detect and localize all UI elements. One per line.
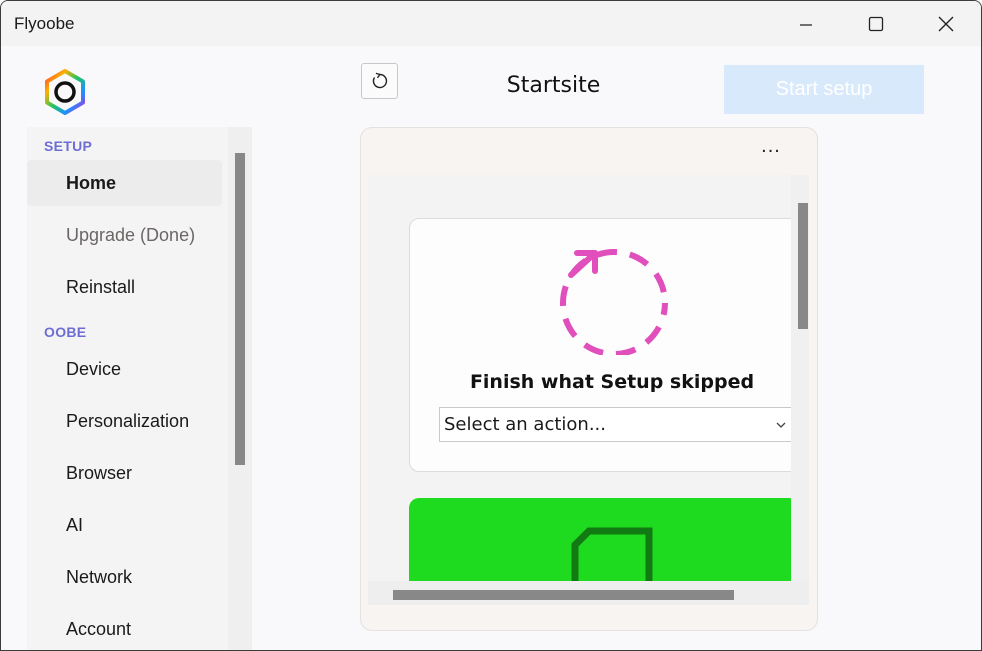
web-view: Finish what Setup skipped Select an acti… xyxy=(368,175,809,605)
startsite-panel: ... Finish what Setup skipped Select an … xyxy=(360,127,818,631)
sidebar-item-reinstall[interactable]: Reinstall xyxy=(27,264,222,310)
more-options-button[interactable]: ... xyxy=(757,136,785,160)
sidebar-item-personalization[interactable]: Personalization xyxy=(27,398,222,444)
sidebar-item-label: Upgrade (Done) xyxy=(66,224,196,245)
flyoobe-logo-icon xyxy=(45,69,85,115)
title-bar[interactable]: Flyoobe xyxy=(1,1,981,46)
sidebar-item-network[interactable]: Network xyxy=(27,554,222,600)
vertical-scrollbar[interactable] xyxy=(791,175,809,581)
sidebar-item-ai[interactable]: AI xyxy=(27,502,222,548)
horizontal-scrollbar[interactable] xyxy=(368,581,809,605)
vertical-scrollbar-thumb[interactable] xyxy=(798,203,808,329)
sidebar-scrollbar[interactable] xyxy=(228,127,252,650)
sidebar: SETUP Home Upgrade (Done) Reinstall OOBE… xyxy=(27,127,252,650)
sidebar-item-browser[interactable]: Browser xyxy=(27,450,222,496)
horizontal-scrollbar-thumb[interactable] xyxy=(393,590,734,600)
refresh-icon xyxy=(372,72,387,89)
folder-outline-icon xyxy=(571,527,653,587)
start-setup-button[interactable]: Start setup xyxy=(724,65,924,114)
sidebar-item-upgrade[interactable]: Upgrade (Done) xyxy=(27,212,222,258)
sidebar-item-label: Account xyxy=(66,618,132,639)
card-title: Finish what Setup skipped xyxy=(469,371,755,393)
minimize-button[interactable] xyxy=(771,1,841,46)
window-title: Flyoobe xyxy=(14,14,75,33)
sidebar-item-label: Device xyxy=(66,358,122,379)
refresh-button[interactable] xyxy=(361,63,398,99)
app-window: Flyoobe SETUP Home Upgrade (Done) Reinst… xyxy=(0,0,982,651)
section-header-oobe: OOBE xyxy=(44,324,87,340)
sidebar-item-account[interactable]: Account xyxy=(27,606,222,650)
action-select-value: Select an action... xyxy=(444,414,606,435)
page-title: Startsite xyxy=(506,73,601,98)
chevron-down-icon xyxy=(776,422,786,428)
close-button[interactable] xyxy=(911,1,981,46)
sidebar-item-label: Reinstall xyxy=(66,276,136,297)
sidebar-item-label: Browser xyxy=(66,462,133,483)
action-select[interactable]: Select an action... xyxy=(439,407,799,442)
sidebar-scrollbar-thumb[interactable] xyxy=(235,153,245,465)
sidebar-item-device[interactable]: Device xyxy=(27,346,222,392)
maximize-button[interactable] xyxy=(841,1,911,46)
sidebar-item-label: AI xyxy=(66,514,84,535)
dashed-circle-arrow-icon xyxy=(560,249,668,355)
maximize-icon xyxy=(868,16,884,31)
close-icon xyxy=(938,16,954,31)
setup-card: Finish what Setup skipped Select an acti… xyxy=(409,218,799,472)
sidebar-item-label: Network xyxy=(66,566,133,587)
minimize-icon xyxy=(800,23,812,26)
content-area: SETUP Home Upgrade (Done) Reinstall OOBE… xyxy=(1,46,981,650)
sidebar-item-label: Personalization xyxy=(66,410,190,431)
sidebar-item-label: Home xyxy=(66,172,117,193)
sidebar-item-home[interactable]: Home xyxy=(27,160,222,206)
section-header-setup: SETUP xyxy=(44,138,93,154)
